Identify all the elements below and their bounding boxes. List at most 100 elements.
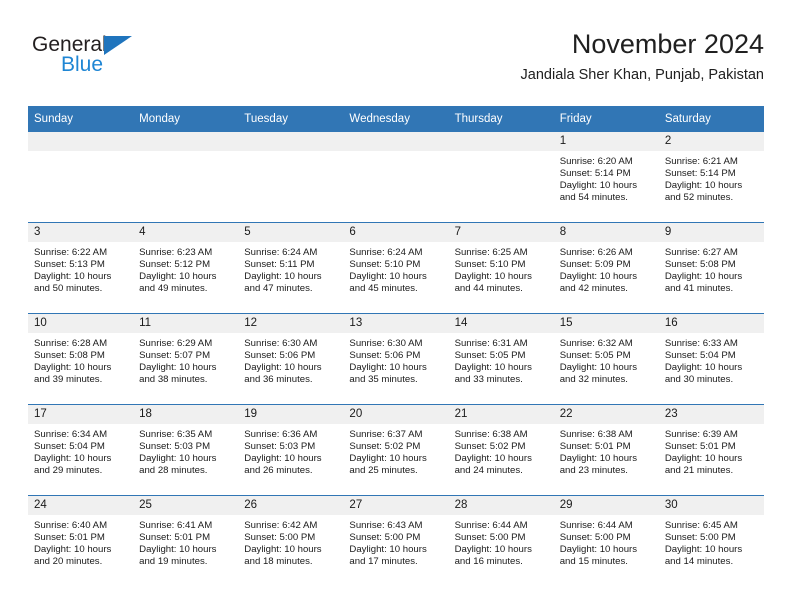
calendar-day-cell[interactable]: 26 Sunrise: 6:42 AM Sunset: 5:00 PM Dayligh… xyxy=(238,495,344,586)
day-details: Sunrise: 6:24 AM Sunset: 5:11 PM Daylight:… xyxy=(238,242,343,295)
sunrise-text: Sunrise: 6:44 AM xyxy=(559,520,633,531)
calendar-day-cell[interactable]: 10 Sunrise: 6:28 AM Sunset: 5:08 PM Dayligh… xyxy=(28,313,134,405)
sunset-text: Sunset: 5:05 PM xyxy=(454,350,526,362)
daylight-text-line1: Daylight: 10 hours xyxy=(559,362,638,374)
daylight-text-line2: and 23 minutes. xyxy=(559,465,628,477)
day-number xyxy=(28,132,134,151)
day-number: 27 xyxy=(343,496,449,515)
calendar-day-cell[interactable]: 6 Sunrise: 6:24 AM Sunset: 5:10 PM Daylight… xyxy=(343,222,449,314)
day-number: 8 xyxy=(553,223,659,242)
sunrise-text: Sunrise: 6:26 AM xyxy=(559,247,633,258)
day-number: 30 xyxy=(658,496,764,515)
calendar-body: 1 Sunrise: 6:20 AM Sunset: 5:14 PM Daylight… xyxy=(28,132,764,586)
daylight-text-line2: and 25 minutes. xyxy=(349,465,418,477)
daylight-text-line1: Daylight: 10 hours xyxy=(139,362,217,374)
sunset-text: Sunset: 5:01 PM xyxy=(139,532,211,544)
calendar-day-cell[interactable]: 12 Sunrise: 6:30 AM Sunset: 5:06 PM Dayligh… xyxy=(238,313,344,405)
title-block: November 2024 Jandiala Sher Khan, Punjab… xyxy=(521,28,764,84)
calendar-day-cell[interactable]: 14 Sunrise: 6:31 AM Sunset: 5:05 PM Dayligh… xyxy=(448,313,554,405)
day-details: Sunrise: 6:34 AM Sunset: 5:04 PM Daylight:… xyxy=(28,424,133,477)
weekday-header-friday: Friday xyxy=(553,106,659,132)
day-details: Sunrise: 6:38 AM Sunset: 5:02 PM Daylight:… xyxy=(449,424,554,477)
sunset-text: Sunset: 5:00 PM xyxy=(664,532,736,544)
daylight-text-line1: Daylight: 10 hours xyxy=(454,544,532,556)
daylight-text-line1: Daylight: 10 hours xyxy=(559,453,638,465)
sunrise-text: Sunrise: 6:22 AM xyxy=(34,247,108,258)
day-number: 9 xyxy=(658,223,764,242)
calendar-day-cell[interactable]: 13 Sunrise: 6:30 AM Sunset: 5:06 PM Dayligh… xyxy=(343,313,449,405)
calendar-cell-empty xyxy=(343,132,449,223)
sunrise-text: Sunrise: 6:41 AM xyxy=(139,520,213,531)
weekday-header-tuesday: Tuesday xyxy=(238,106,344,132)
calendar-day-cell[interactable]: 7 Sunrise: 6:25 AM Sunset: 5:10 PM Daylight… xyxy=(448,222,554,314)
daylight-text-line1: Daylight: 10 hours xyxy=(454,453,532,465)
daylight-text-line2: and 39 minutes. xyxy=(34,374,103,386)
day-number: 3 xyxy=(28,223,134,242)
calendar-day-cell[interactable]: 15 Sunrise: 6:32 AM Sunset: 5:05 PM Dayligh… xyxy=(553,313,659,405)
calendar-day-cell[interactable]: 3 Sunrise: 6:22 AM Sunset: 5:13 PM Daylight… xyxy=(28,222,134,314)
daylight-text-line2: and 20 minutes. xyxy=(34,556,103,568)
calendar-day-cell[interactable]: 29 Sunrise: 6:44 AM Sunset: 5:00 PM Dayligh… xyxy=(553,495,659,586)
day-number xyxy=(343,132,449,151)
calendar-day-cell[interactable]: 24 Sunrise: 6:40 AM Sunset: 5:01 PM Dayligh… xyxy=(28,495,134,586)
day-number: 25 xyxy=(133,496,239,515)
calendar-day-cell[interactable]: 11 Sunrise: 6:29 AM Sunset: 5:07 PM Dayligh… xyxy=(133,313,239,405)
day-details: Sunrise: 6:35 AM Sunset: 5:03 PM Daylight:… xyxy=(133,424,238,477)
daylight-text-line2: and 38 minutes. xyxy=(139,374,208,386)
calendar-day-cell[interactable]: 9 Sunrise: 6:27 AM Sunset: 5:08 PM Daylight… xyxy=(658,222,764,314)
day-details: Sunrise: 6:29 AM Sunset: 5:07 PM Daylight:… xyxy=(133,333,238,386)
calendar-day-cell[interactable]: 8 Sunrise: 6:26 AM Sunset: 5:09 PM Daylight… xyxy=(553,222,659,314)
calendar-day-cell[interactable]: 22 Sunrise: 6:38 AM Sunset: 5:01 PM Dayligh… xyxy=(553,404,659,496)
day-number: 22 xyxy=(553,405,659,424)
sunset-text: Sunset: 5:14 PM xyxy=(559,168,631,180)
calendar-day-cell[interactable]: 1 Sunrise: 6:20 AM Sunset: 5:14 PM Daylight… xyxy=(553,132,659,223)
calendar-day-cell[interactable]: 19 Sunrise: 6:36 AM Sunset: 5:03 PM Dayligh… xyxy=(238,404,344,496)
day-number xyxy=(238,132,344,151)
day-details: Sunrise: 6:28 AM Sunset: 5:08 PM Daylight:… xyxy=(28,333,133,386)
sunrise-text: Sunrise: 6:36 AM xyxy=(244,429,318,440)
calendar-day-cell[interactable]: 17 Sunrise: 6:34 AM Sunset: 5:04 PM Dayligh… xyxy=(28,404,134,496)
daylight-text-line2: and 36 minutes. xyxy=(244,374,313,386)
sunset-text: Sunset: 5:08 PM xyxy=(664,259,736,271)
calendar-cell-empty xyxy=(133,132,239,223)
sunrise-text: Sunrise: 6:23 AM xyxy=(139,247,213,258)
calendar-day-cell[interactable]: 20 Sunrise: 6:37 AM Sunset: 5:02 PM Dayligh… xyxy=(343,404,449,496)
sunset-text: Sunset: 5:02 PM xyxy=(454,441,526,453)
calendar-week-row: 1 Sunrise: 6:20 AM Sunset: 5:14 PM Daylight… xyxy=(28,132,764,223)
day-number: 15 xyxy=(553,314,659,333)
sunrise-text: Sunrise: 6:39 AM xyxy=(664,429,738,440)
page-title: November 2024 xyxy=(571,29,764,59)
daylight-text-line1: Daylight: 10 hours xyxy=(664,362,743,374)
day-number: 13 xyxy=(343,314,449,333)
day-number: 19 xyxy=(238,405,344,424)
calendar-day-cell[interactable]: 5 Sunrise: 6:24 AM Sunset: 5:11 PM Daylight… xyxy=(238,222,344,314)
sunset-text: Sunset: 5:03 PM xyxy=(244,441,316,453)
day-details: Sunrise: 6:45 AM Sunset: 5:00 PM Daylight:… xyxy=(659,515,764,568)
calendar-day-cell[interactable]: 16 Sunrise: 6:33 AM Sunset: 5:04 PM Dayligh… xyxy=(658,313,764,405)
day-details: Sunrise: 6:20 AM Sunset: 5:14 PM Daylight:… xyxy=(554,151,659,204)
sunrise-text: Sunrise: 6:30 AM xyxy=(244,338,318,349)
calendar-day-cell[interactable]: 18 Sunrise: 6:35 AM Sunset: 5:03 PM Dayligh… xyxy=(133,404,239,496)
sunrise-text: Sunrise: 6:30 AM xyxy=(349,338,423,349)
sunrise-text: Sunrise: 6:38 AM xyxy=(559,429,633,440)
daylight-text-line1: Daylight: 10 hours xyxy=(349,271,427,283)
daylight-text-line1: Daylight: 10 hours xyxy=(34,544,112,556)
day-number: 6 xyxy=(343,223,449,242)
generalblue-logo[interactable]: General Blue xyxy=(32,34,172,86)
daylight-text-line2: and 41 minutes. xyxy=(664,283,734,295)
sunrise-text: Sunrise: 6:42 AM xyxy=(244,520,318,531)
weekday-header-saturday: Saturday xyxy=(658,106,764,132)
calendar-day-cell[interactable]: 28 Sunrise: 6:44 AM Sunset: 5:00 PM Dayligh… xyxy=(448,495,554,586)
calendar-day-cell[interactable]: 30 Sunrise: 6:45 AM Sunset: 5:00 PM Dayligh… xyxy=(658,495,764,586)
sunset-text: Sunset: 5:01 PM xyxy=(34,532,105,544)
calendar-day-cell[interactable]: 25 Sunrise: 6:41 AM Sunset: 5:01 PM Dayligh… xyxy=(133,495,239,586)
calendar-day-cell[interactable]: 23 Sunrise: 6:39 AM Sunset: 5:01 PM Dayligh… xyxy=(658,404,764,496)
day-details: Sunrise: 6:22 AM Sunset: 5:13 PM Daylight:… xyxy=(28,242,133,295)
calendar-day-cell[interactable]: 4 Sunrise: 6:23 AM Sunset: 5:12 PM Daylight… xyxy=(133,222,239,314)
sunset-text: Sunset: 5:01 PM xyxy=(664,441,736,453)
calendar-day-cell[interactable]: 2 Sunrise: 6:21 AM Sunset: 5:14 PM Daylight… xyxy=(658,132,764,223)
sunrise-text: Sunrise: 6:32 AM xyxy=(559,338,633,349)
calendar-day-cell[interactable]: 27 Sunrise: 6:43 AM Sunset: 5:00 PM Dayligh… xyxy=(343,495,449,586)
day-details: Sunrise: 6:26 AM Sunset: 5:09 PM Daylight:… xyxy=(554,242,659,295)
calendar-day-cell[interactable]: 21 Sunrise: 6:38 AM Sunset: 5:02 PM Dayligh… xyxy=(448,404,554,496)
